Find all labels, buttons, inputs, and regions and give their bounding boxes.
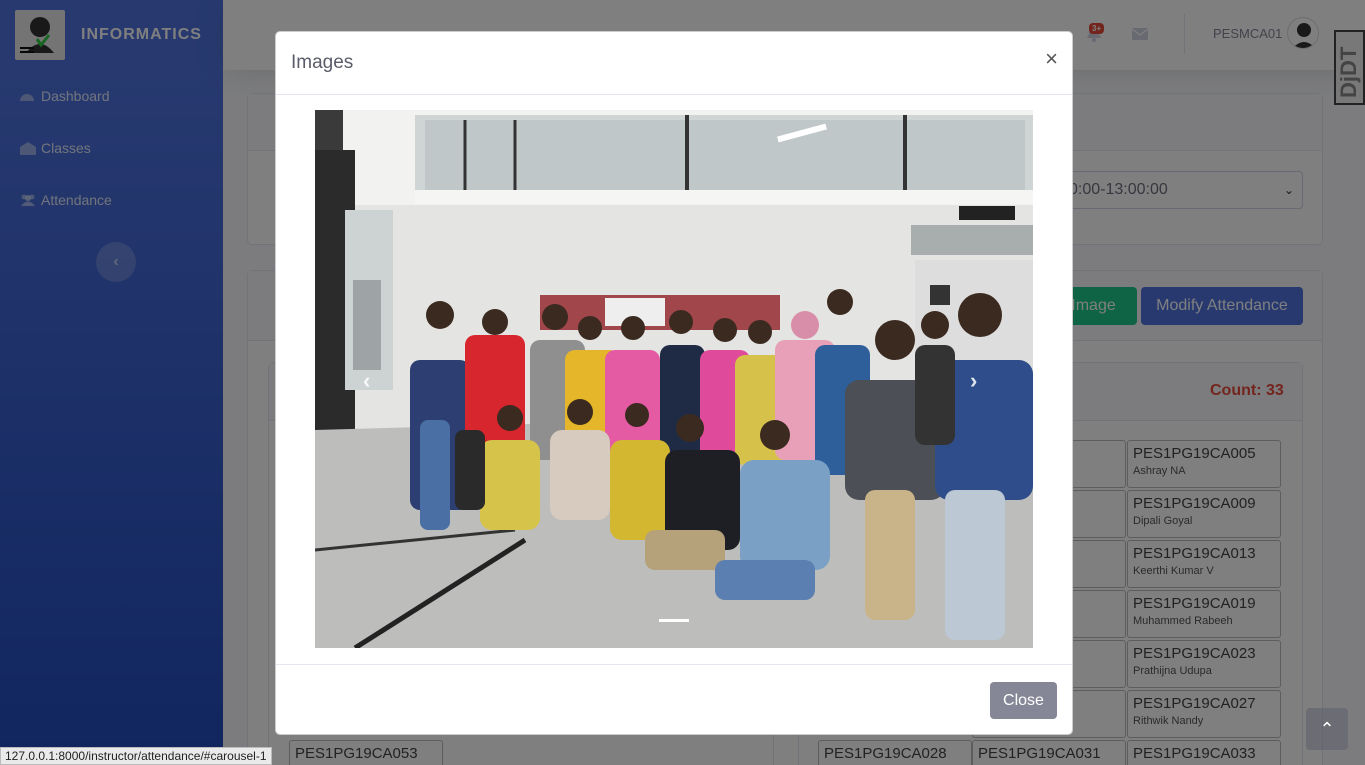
image-carousel: ‹ › xyxy=(315,110,1033,648)
images-modal: Images × ‹ › Close xyxy=(275,31,1073,735)
close-icon[interactable]: × xyxy=(1045,48,1058,70)
chevron-right-icon: › xyxy=(970,368,978,393)
scroll-to-top-button[interactable]: ⌃ xyxy=(1306,708,1348,750)
modal-header: Images × xyxy=(276,32,1072,95)
status-bar-url: 127.0.0.1:8000/instructor/attendance/#ca… xyxy=(0,747,272,765)
carousel-next-button[interactable]: › xyxy=(970,368,977,394)
group-photo xyxy=(315,110,1033,648)
carousel-indicator[interactable] xyxy=(659,619,689,622)
chevron-up-icon: ⌃ xyxy=(1319,718,1335,739)
modal-title: Images xyxy=(291,52,354,73)
modal-footer: Close xyxy=(276,664,1072,734)
carousel-prev-button[interactable]: ‹ xyxy=(363,368,370,394)
chevron-left-icon: ‹ xyxy=(363,368,371,393)
close-button[interactable]: Close xyxy=(990,682,1057,719)
